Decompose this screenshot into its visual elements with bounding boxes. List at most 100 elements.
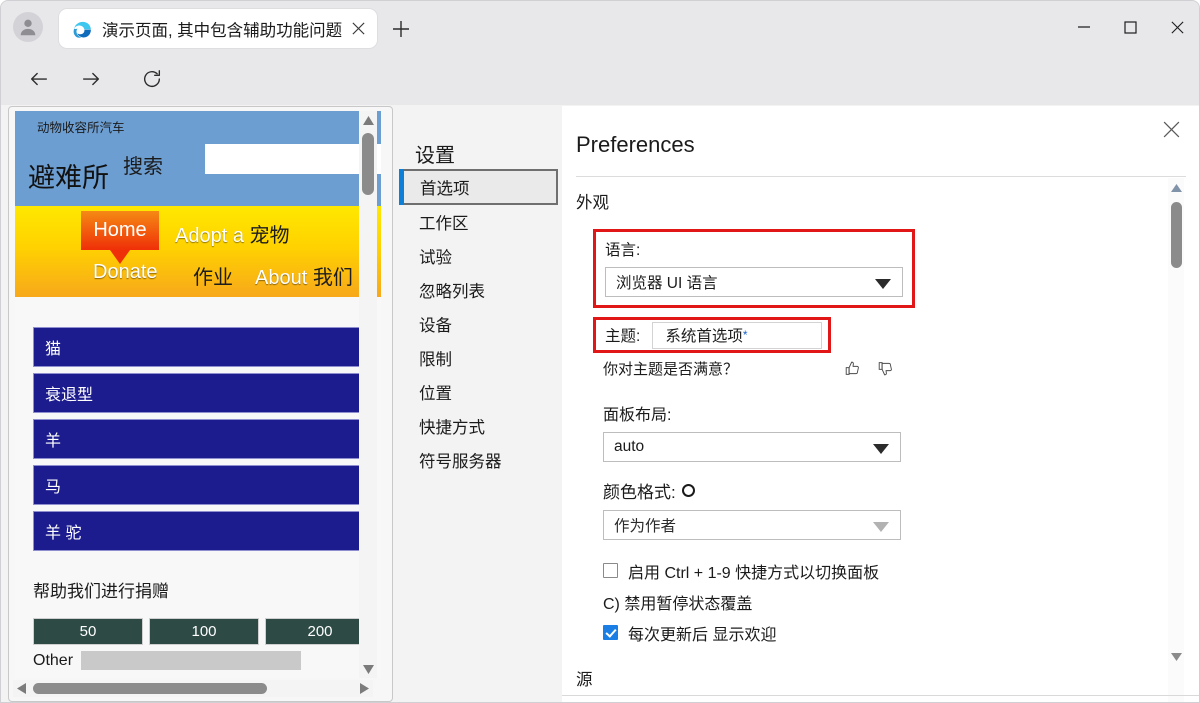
browser-toolbar: https://microsoftedge.g ithub.io/Demos/d… (1, 53, 1199, 149)
panel-layout-label: 面板布局: (603, 407, 672, 424)
donate-amount-50[interactable]: 50 (33, 618, 143, 645)
section-sources: 源 (576, 671, 593, 689)
sidebar-item-locations[interactable]: 位置 (397, 375, 562, 409)
donate-section-title: 帮助我们进行捐赠 (33, 582, 169, 601)
maximize-button[interactable] (1107, 1, 1154, 53)
info-circle-icon (681, 484, 695, 497)
theme-setting-highlight: 主题: 系统首选项 * (593, 317, 831, 353)
settings-close-icon[interactable] (1156, 114, 1186, 144)
sidebar-item-shortcuts[interactable]: 快捷方式 (397, 409, 562, 443)
shortcut-panels-label: 启用 Ctrl + 1-9 快捷方式以切换面板 (628, 564, 880, 582)
sidebar-item-ignore-list[interactable]: 忽略列表 (397, 273, 562, 307)
site-search-label: 搜索 (123, 156, 163, 178)
settings-vertical-scrollbar[interactable] (1168, 178, 1184, 702)
scroll-down-icon[interactable] (359, 660, 377, 678)
devtools-settings-dialog: 设置 首选项 工作区 试验 忽略列表 设备 限制 位置 快捷方式 符号服务器 P… (397, 106, 1199, 702)
sidebar-item-experiments[interactable]: 试验 (397, 239, 562, 273)
browser-tab[interactable]: 演示页面, 其中包含辅助功能问题 (59, 9, 377, 48)
thumbs-down-icon[interactable] (877, 360, 894, 377)
page-hscroll-thumb[interactable] (33, 683, 267, 694)
window-close-button[interactable] (1154, 1, 1199, 53)
list-item[interactable]: 羊 驼 (33, 511, 363, 551)
site-brandline: 动物收容所汽车 (37, 121, 125, 135)
new-tab-button[interactable] (385, 13, 417, 45)
panel-bottom-divider (562, 695, 1199, 696)
site-search-input[interactable] (205, 144, 381, 174)
sidebar-item-symbol-server[interactable]: 符号服务器 (397, 443, 562, 477)
list-item[interactable]: 猫 (33, 327, 363, 367)
scroll-right-icon[interactable] (356, 680, 373, 697)
scroll-down-icon[interactable] (1168, 649, 1184, 665)
page-scroll-thumb[interactable] (362, 133, 374, 195)
web-page-viewport: 动物收容所汽车 避难所 搜索 Home Adopt a 宠物 Donate 作业… (15, 111, 381, 678)
scroll-up-icon[interactable] (359, 111, 377, 129)
thumbs-up-icon[interactable] (844, 360, 861, 377)
list-item[interactable]: 羊 (33, 419, 363, 459)
page-vertical-scrollbar[interactable] (359, 111, 377, 678)
heading-divider (576, 176, 1186, 177)
donate-amount-100[interactable]: 100 (149, 618, 259, 645)
shortcut-panels-checkbox[interactable] (603, 563, 618, 578)
tab-close-icon[interactable] (345, 16, 371, 42)
forward-button[interactable] (73, 61, 109, 97)
settings-title: 设置 (415, 145, 455, 167)
nav-adopt-cjk: 宠物 (249, 225, 290, 247)
settings-nav-list: 首选项 工作区 试验 忽略列表 设备 限制 位置 快捷方式 符号服务器 (397, 169, 562, 477)
list-item[interactable]: 马 (33, 465, 363, 505)
settings-main-panel: Preferences 外观 语言: 浏览器 UI 语言 主题: 系统首选项 *… (562, 106, 1199, 702)
minimize-button[interactable] (1060, 1, 1107, 53)
reload-button[interactable] (134, 61, 170, 97)
page-title: Preferences (576, 132, 695, 157)
list-item[interactable]: 衰退型 (33, 373, 363, 413)
site-logo: 避难所 (28, 163, 109, 193)
nav-adopt-en: Adopt a (175, 225, 250, 247)
sidebar-item-preferences[interactable]: 首选项 (399, 169, 558, 205)
title-bar: 演示页面, 其中包含辅助功能问题 (1, 1, 1199, 53)
panel-layout-value: auto (614, 438, 645, 455)
theme-select[interactable]: 系统首选项 * (652, 321, 823, 349)
theme-select-value: 系统首选项 (665, 328, 743, 345)
profile-avatar-icon[interactable] (13, 12, 43, 42)
sidebar-item-throttling[interactable]: 限制 (397, 341, 562, 375)
nav-item-donate[interactable]: Donate (93, 261, 158, 284)
content-area: 动物收容所汽车 避难所 搜索 Home Adopt a 宠物 Donate 作业… (1, 105, 1199, 702)
nav-item-home[interactable]: Home (81, 211, 159, 264)
color-format-setting: 颜色格式: 作为作者 (603, 478, 1177, 540)
language-setting-highlight: 语言: 浏览器 UI 语言 (593, 229, 915, 308)
panel-layout-select[interactable]: auto (603, 432, 901, 462)
nav-about-cjk: 我们 (312, 267, 353, 289)
shortcut-panels-checkbox-row[interactable]: 启用 Ctrl + 1-9 快捷方式以切换面板 (603, 555, 1177, 586)
language-select[interactable]: 浏览器 UI 语言 (605, 267, 903, 297)
show-whats-new-checkbox-row[interactable]: 每次更新后 显示欢迎 (603, 617, 1177, 648)
chevron-down-icon (873, 444, 889, 454)
language-select-value: 浏览器 UI 语言 (616, 275, 718, 292)
donate-amount-buttons: 50 100 200 (33, 618, 381, 645)
page-horizontal-scrollbar[interactable] (13, 680, 373, 697)
donate-other-row: Other (33, 651, 381, 670)
scroll-up-icon[interactable] (1168, 180, 1184, 196)
back-button[interactable] (21, 61, 57, 97)
sidebar-item-devices[interactable]: 设备 (397, 307, 562, 341)
settings-scroll-thumb[interactable] (1171, 202, 1182, 268)
edge-logo-icon (71, 18, 93, 40)
window-controls (1060, 1, 1199, 53)
nav-item-about[interactable]: About 我们 (255, 261, 353, 290)
nav-item-homework[interactable]: 作业 (193, 261, 233, 290)
donate-other-input[interactable] (81, 651, 302, 670)
nav-about-en: About (255, 267, 313, 289)
nav-item-adopt[interactable]: Adopt a 宠物 (175, 219, 290, 248)
chevron-down-icon (875, 279, 891, 289)
theme-feedback-question: 你对主题是否满意？ (603, 361, 739, 378)
theme-feedback-row: 你对主题是否满意？ (603, 358, 1177, 379)
preferences-body: 外观 语言: 浏览器 UI 语言 主题: 系统首选项 * 你对主题是否满意？ 面… (562, 178, 1177, 702)
color-format-select[interactable]: 作为作者 (603, 510, 901, 540)
color-format-label: 颜色格式: (603, 478, 1177, 503)
color-format-value: 作为作者 (614, 518, 677, 535)
theme-modified-marker: * (742, 328, 748, 342)
disable-pause-overlay-row[interactable]: C) 禁用暂停状态覆盖 (603, 586, 1177, 617)
donate-other-label: Other (33, 651, 74, 669)
show-whats-new-checkbox[interactable] (603, 625, 618, 640)
animal-list: 猫 衰退型 羊 马 羊 驼 (15, 297, 381, 551)
sidebar-item-workspace[interactable]: 工作区 (397, 205, 562, 239)
scroll-left-icon[interactable] (13, 680, 30, 697)
